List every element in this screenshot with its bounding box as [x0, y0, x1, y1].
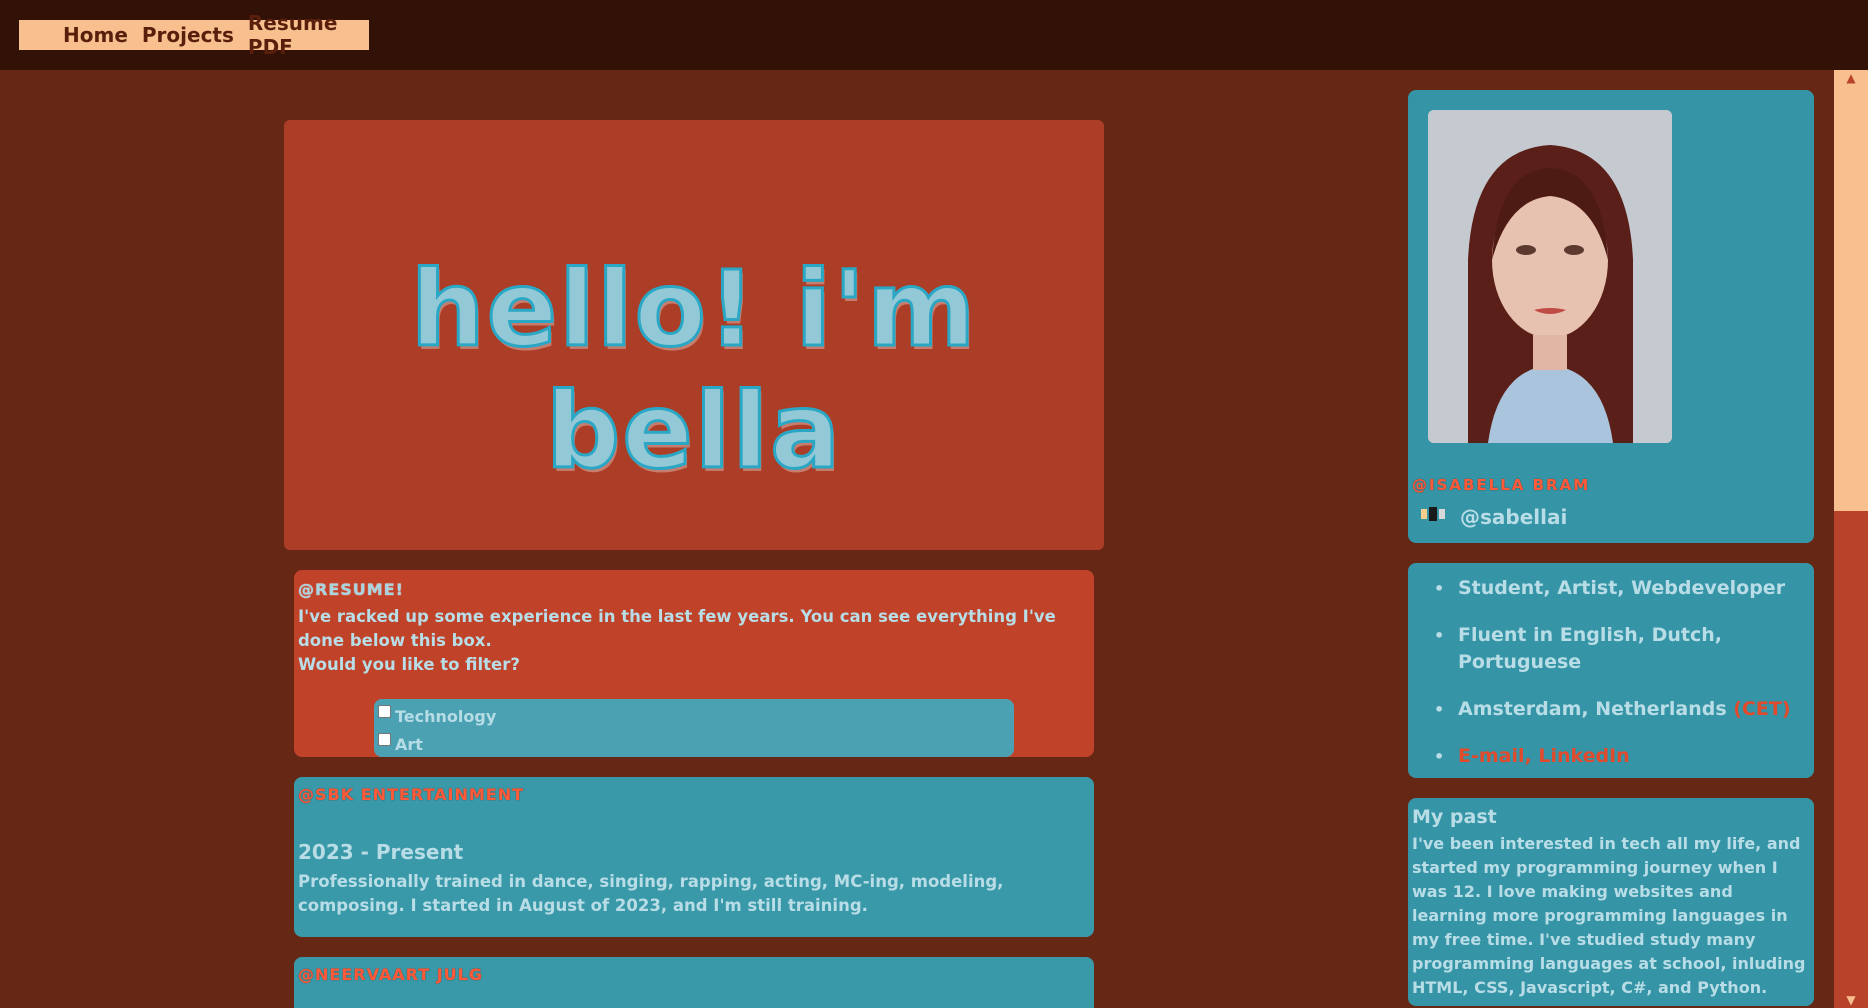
art-label: Art: [395, 735, 423, 754]
art-checkbox[interactable]: [378, 733, 391, 746]
profile-photo: [1428, 110, 1672, 443]
social-handle[interactable]: @sabellai: [1460, 505, 1567, 529]
my-past-card: My past I've been interested in tech all…: [1408, 798, 1814, 1006]
nav-projects-link[interactable]: Projects: [142, 23, 234, 47]
profile-sidebar: @ISABELLA BRAM @sabellai Student, Artist…: [1388, 70, 1836, 1008]
technology-checkbox[interactable]: [378, 705, 391, 718]
profile-name-tag: @ISABELLA BRAM: [1412, 476, 1591, 494]
resume-intro-line2: Would you like to filter?: [298, 655, 520, 674]
experience-date: 2023 - Present: [298, 840, 464, 864]
info-roles: Student, Artist, Webdeveloper: [1458, 577, 1786, 599]
my-past-text: I've been interested in tech all my life…: [1412, 834, 1806, 997]
filter-option-art[interactable]: Art: [378, 729, 1010, 757]
top-bar: Home Projects Resume PDF: [0, 0, 1868, 70]
scroll-thumb[interactable]: [1834, 511, 1868, 1008]
experience-description: Professionally trained in dance, singing…: [298, 872, 1004, 915]
resume-heading: @RESUME!: [298, 580, 404, 599]
info-item: Amsterdam, Netherlands (CET): [1434, 696, 1814, 723]
resume-intro: I've racked up some experience in the la…: [298, 605, 1090, 677]
hero-title: hello! i'm bella: [284, 247, 1104, 494]
scroll-down-icon[interactable]: ▼: [1834, 992, 1868, 1008]
contact-links[interactable]: E-mail, LinkedIn: [1458, 745, 1630, 767]
page-scrollbar[interactable]: ▲ ▼: [1834, 70, 1868, 1008]
handle-row: @sabellai: [1420, 505, 1567, 529]
resume-intro-line1: I've racked up some experience in the la…: [298, 607, 1056, 650]
experience-heading: @SBK ENTERTAINMENT: [298, 785, 525, 804]
info-languages: Fluent in English, Dutch, Portuguese: [1458, 624, 1722, 673]
timezone-tag: (CET): [1733, 698, 1791, 720]
info-item: E-mail, LinkedIn: [1434, 743, 1814, 770]
gif-icon: [1420, 506, 1446, 528]
info-item: Student, Artist, Webdeveloper: [1434, 575, 1814, 602]
resume-card: @RESUME! I've racked up some experience …: [294, 570, 1094, 757]
nav-home-link[interactable]: Home: [63, 23, 128, 47]
profile-card: @ISABELLA BRAM @sabellai: [1408, 90, 1814, 543]
my-past-title: My past: [1412, 806, 1497, 828]
scroll-up-icon[interactable]: ▲: [1834, 70, 1868, 86]
experience-card: @SBK ENTERTAINMENT 2023 - Present Profes…: [294, 777, 1094, 937]
info-card: Student, Artist, Webdeveloper Fluent in …: [1408, 563, 1814, 778]
hero-banner: hello! i'm bella: [284, 120, 1104, 550]
filter-option-technology[interactable]: Technology: [378, 701, 1010, 729]
technology-label: Technology: [395, 707, 497, 726]
experience-card: @NEERVAART JULG: [294, 957, 1094, 1008]
info-list: Student, Artist, Webdeveloper Fluent in …: [1408, 563, 1814, 770]
hero-title-text: hello! i'm bella: [409, 247, 978, 494]
experience-heading: @NEERVAART JULG: [298, 965, 483, 984]
info-location: Amsterdam, Netherlands: [1458, 698, 1734, 720]
filter-box: Technology Art: [374, 699, 1014, 757]
main-nav: Home Projects Resume PDF: [19, 11, 369, 59]
info-item: Fluent in English, Dutch, Portuguese: [1434, 622, 1814, 676]
nav-resume-pdf-link[interactable]: Resume PDF: [248, 11, 369, 59]
